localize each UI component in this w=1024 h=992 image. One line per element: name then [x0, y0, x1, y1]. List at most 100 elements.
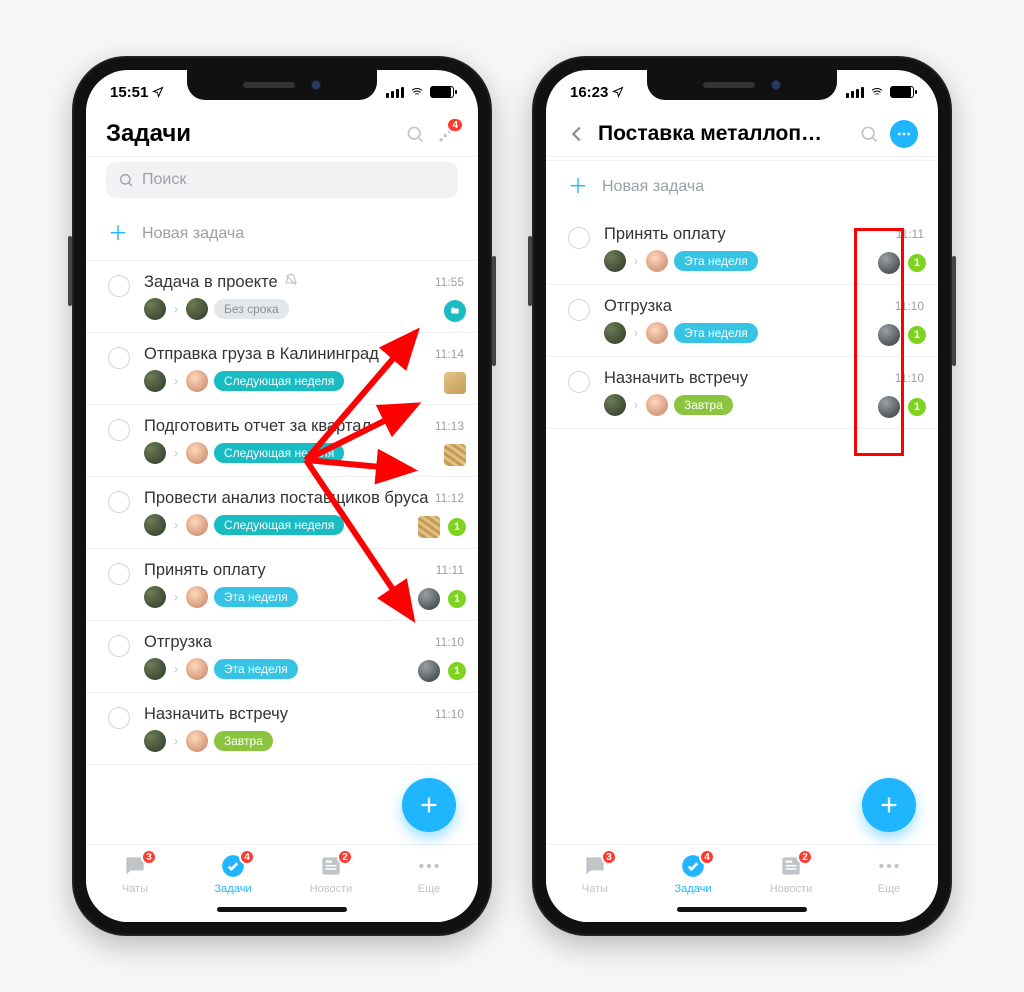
more-icon [876, 853, 902, 879]
task-checkbox[interactable] [568, 371, 590, 393]
task-checkbox[interactable] [108, 635, 130, 657]
task-time: 11:55 [435, 275, 464, 289]
task-checkbox[interactable] [108, 563, 130, 585]
task-checkbox[interactable] [108, 707, 130, 729]
avatar [144, 442, 166, 464]
task-time: 11:10 [895, 371, 924, 385]
tab-badge: 2 [337, 849, 353, 865]
avatar [604, 250, 626, 272]
chevron-icon: › [174, 662, 178, 676]
tab-label: Еще [418, 883, 440, 895]
unread-badge: 1 [908, 326, 926, 344]
home-indicator [217, 907, 347, 912]
tab-chats[interactable]: Чаты3 [546, 853, 644, 922]
tab-badge: 2 [797, 849, 813, 865]
task-trail: 1 [878, 252, 926, 274]
search-input[interactable]: Поиск [106, 162, 458, 198]
fab-add-button[interactable] [862, 778, 916, 832]
avatar [144, 586, 166, 608]
search-placeholder: Поиск [142, 171, 186, 189]
fab-add-button[interactable] [402, 778, 456, 832]
task-title: Отправка груза в Калининград [144, 345, 468, 364]
project-thumb-icon [878, 252, 900, 274]
plus-icon [418, 794, 440, 816]
notifications-icon[interactable]: 4 [436, 123, 458, 145]
deadline-pill: Эта неделя [674, 251, 758, 271]
plus-icon [878, 794, 900, 816]
tab-label: Задачи [215, 883, 252, 895]
chevron-icon: › [174, 374, 178, 388]
deadline-pill: Без срока [214, 299, 289, 319]
task-row[interactable]: Назначить встречу›Завтра11:10 [86, 693, 478, 765]
task-trail: 1 [418, 516, 466, 538]
new-task-button[interactable]: ＋ Новая задача [546, 160, 938, 213]
task-checkbox[interactable] [568, 299, 590, 321]
task-checkbox[interactable] [568, 227, 590, 249]
project-folder-icon [444, 300, 466, 322]
status-time: 16:23 [570, 84, 608, 101]
unread-badge: 1 [448, 590, 466, 608]
task-time: 11:14 [435, 347, 464, 361]
plus-icon: ＋ [108, 224, 128, 244]
task-title: Отгрузка [604, 297, 928, 316]
task-trail: 1 [418, 588, 466, 610]
search-icon[interactable] [858, 123, 880, 145]
task-row[interactable]: Задача в проекте ›Без срока 11:55 [86, 261, 478, 333]
task-checkbox[interactable] [108, 419, 130, 441]
avatar [186, 730, 208, 752]
task-title: Подготовить отчет за квартал [144, 417, 468, 436]
phone-right: 16:23 Поставка металлоп… ＋ [532, 56, 952, 936]
task-time: 11:11 [436, 563, 464, 577]
task-meta: ›Завтра [144, 730, 468, 752]
task-row[interactable]: Отправка груза в Калининград›Следующая н… [86, 333, 478, 405]
deadline-pill: Эта неделя [674, 323, 758, 343]
task-row[interactable]: Провести анализ поставщиков бруса›Следую… [86, 477, 478, 549]
task-row[interactable]: Подготовить отчет за квартал ›Следующая н… [86, 405, 478, 477]
tab-more[interactable]: Еще [380, 853, 478, 922]
task-checkbox[interactable] [108, 275, 130, 297]
tab-label: Новости [310, 883, 353, 895]
more-button[interactable] [890, 120, 918, 148]
tab-chats[interactable]: Чаты3 [86, 853, 184, 922]
deadline-pill: Эта неделя [214, 659, 298, 679]
task-meta: ›Следующая неделя [144, 442, 468, 464]
deadline-pill: Завтра [674, 395, 733, 415]
tab-label: Еще [878, 883, 900, 895]
notch [187, 70, 377, 100]
task-checkbox[interactable] [108, 347, 130, 369]
task-trail [444, 300, 466, 322]
phone-left: 15:51 Задачи 4 Поиск ＋ [72, 56, 492, 936]
back-button[interactable] [566, 123, 588, 145]
avatar [144, 658, 166, 680]
unread-badge: 1 [448, 518, 466, 536]
page-title: Поставка металлоп… [598, 122, 848, 146]
signal-icon [386, 87, 404, 98]
home-indicator [677, 907, 807, 912]
location-icon [152, 86, 164, 98]
tab-more[interactable]: Еще [840, 853, 938, 922]
avatar [144, 730, 166, 752]
new-task-label: Новая задача [602, 178, 704, 196]
avatar [186, 514, 208, 536]
app-header: Задачи 4 [86, 114, 478, 156]
tab-badge: 3 [601, 849, 617, 865]
task-row[interactable]: Отгрузка›Эта неделя11:101 [86, 621, 478, 693]
task-meta: ›Без срока [144, 298, 468, 320]
task-title: Задача в проекте [144, 273, 468, 292]
task-row[interactable]: Назначить встречу›Завтра11:101 [546, 357, 938, 429]
task-trail: 1 [418, 660, 466, 682]
deadline-pill: Эта неделя [214, 587, 298, 607]
task-checkbox[interactable] [108, 491, 130, 513]
tab-label: Чаты [122, 883, 148, 895]
wifi-icon [409, 86, 425, 98]
task-row[interactable]: Принять оплату›Эта неделя11:111 [546, 213, 938, 285]
new-task-button[interactable]: ＋ Новая задача [86, 208, 478, 261]
chevron-icon: › [174, 590, 178, 604]
search-icon[interactable] [404, 123, 426, 145]
battery-icon [430, 86, 454, 98]
deadline-pill: Завтра [214, 731, 273, 751]
task-row[interactable]: Отгрузка›Эта неделя11:101 [546, 285, 938, 357]
task-row[interactable]: Принять оплату›Эта неделя11:111 [86, 549, 478, 621]
project-thumb-icon [444, 372, 466, 394]
task-time: 11:13 [435, 419, 464, 433]
